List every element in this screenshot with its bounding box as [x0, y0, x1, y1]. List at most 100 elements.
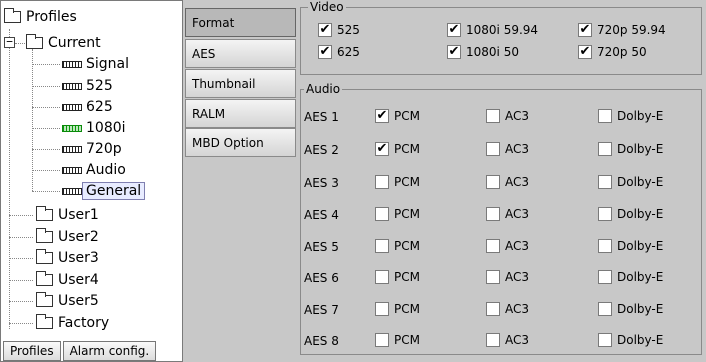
checkbox-aes2-pcm[interactable]: ✔ PCM	[375, 142, 420, 156]
checkbox-box[interactable]: ✔	[375, 142, 389, 156]
tree-node-user2[interactable]: User2	[36, 227, 99, 247]
tree-node-720p[interactable]: 720p	[62, 139, 122, 159]
checkbox-aes3-pcm[interactable]: PCM	[375, 175, 420, 189]
tree-label: Signal	[86, 56, 130, 72]
checkbox-aes8-ac3[interactable]: AC3	[486, 333, 529, 347]
checkbox-aes2-dolby-e[interactable]: Dolby-E	[598, 142, 663, 156]
checkbox-aes4-ac3[interactable]: AC3	[486, 207, 529, 221]
checkbox-box[interactable]: ✔	[447, 45, 461, 59]
checkbox-box[interactable]: ✔	[578, 23, 592, 37]
checkbox-box[interactable]	[375, 207, 389, 221]
tab-ralm[interactable]: RALM	[185, 99, 296, 128]
checkbox-video-1080i-50[interactable]: ✔ 1080i 50	[447, 45, 519, 59]
tree-node-525[interactable]: 525	[62, 76, 113, 96]
checkbox-video-1080i-5994[interactable]: ✔ 1080i 59.94	[447, 23, 538, 37]
aes-row-label: AES 5	[304, 240, 339, 254]
tab-format[interactable]: Format	[185, 8, 296, 37]
checkbox-aes8-pcm[interactable]: PCM	[375, 333, 420, 347]
checkbox-box[interactable]	[375, 175, 389, 189]
checkbox-aes1-ac3[interactable]: AC3	[486, 109, 529, 123]
tree-connector	[32, 149, 60, 150]
collapse-icon[interactable]: −	[4, 36, 15, 48]
checkbox-box[interactable]: ✔	[375, 109, 389, 123]
checkbox-box[interactable]	[375, 270, 389, 284]
checkbox-aes1-dolby-e[interactable]: Dolby-E	[598, 109, 663, 123]
checkbox-box[interactable]: ✔	[578, 45, 592, 59]
checkbox-box[interactable]: ✔	[447, 23, 461, 37]
checkbox-box[interactable]	[375, 302, 389, 316]
tab-mbd-option[interactable]: MBD Option	[185, 128, 296, 157]
checkbox-aes5-dolby-e[interactable]: Dolby-E	[598, 239, 663, 253]
checkbox-label: PCM	[394, 302, 420, 316]
checkbox-box[interactable]	[375, 239, 389, 253]
alarm-config-button[interactable]: Alarm config.	[62, 341, 157, 361]
checkbox-box[interactable]	[375, 333, 389, 347]
tree-node-audio[interactable]: Audio	[62, 160, 126, 180]
tree-node-general[interactable]: General	[62, 181, 146, 201]
tree-connector	[32, 64, 60, 65]
checkbox-aes6-dolby-e[interactable]: Dolby-E	[598, 270, 663, 284]
checkbox-aes7-dolby-e[interactable]: Dolby-E	[598, 302, 663, 316]
checkbox-box[interactable]	[598, 239, 612, 253]
checkbox-box[interactable]	[486, 333, 500, 347]
tree-node-user5[interactable]: User5	[36, 291, 99, 311]
checkbox-box[interactable]	[598, 270, 612, 284]
checkbox-box[interactable]	[486, 302, 500, 316]
checkbox-video-525[interactable]: ✔ 525	[318, 23, 360, 37]
checkbox-aes8-dolby-e[interactable]: Dolby-E	[598, 333, 663, 347]
tree-node-1080i[interactable]: 1080i	[62, 118, 126, 138]
checkbox-box[interactable]	[486, 175, 500, 189]
checkbox-aes5-pcm[interactable]: PCM	[375, 239, 420, 253]
profiles-button[interactable]: Profiles	[3, 341, 61, 361]
checkbox-video-720p-50[interactable]: ✔ 720p 50	[578, 45, 647, 59]
checkbox-aes3-ac3[interactable]: AC3	[486, 175, 529, 189]
checkbox-aes6-ac3[interactable]: AC3	[486, 270, 529, 284]
checkbox-video-625[interactable]: ✔ 625	[318, 45, 360, 59]
tree-label: Profiles	[26, 9, 77, 25]
checkbox-label: AC3	[505, 207, 530, 221]
checkbox-box[interactable]	[486, 207, 500, 221]
checkbox-box[interactable]: ✔	[318, 23, 332, 37]
checkbox-box[interactable]	[598, 109, 612, 123]
aes-row-label: AES 2	[304, 143, 339, 157]
tree-node-profiles[interactable]: Profiles	[4, 7, 77, 27]
checkbox-aes6-pcm[interactable]: PCM	[375, 270, 420, 284]
tree-node-current[interactable]: Current	[26, 33, 101, 53]
checkbox-label: 625	[337, 45, 360, 59]
tree-connector	[9, 323, 33, 324]
checkbox-aes4-pcm[interactable]: PCM	[375, 207, 420, 221]
checkbox-aes2-ac3[interactable]: AC3	[486, 142, 529, 156]
tree-node-signal[interactable]: Signal	[62, 54, 129, 74]
checkbox-aes7-ac3[interactable]: AC3	[486, 302, 529, 316]
checkbox-box[interactable]: ✔	[318, 45, 332, 59]
tree-node-user4[interactable]: User4	[36, 270, 99, 290]
checkbox-aes4-dolby-e[interactable]: Dolby-E	[598, 207, 663, 221]
tab-thumbnail[interactable]: Thumbnail	[185, 69, 296, 98]
checkbox-box[interactable]	[486, 239, 500, 253]
checkbox-box[interactable]	[486, 142, 500, 156]
checkbox-aes7-pcm[interactable]: PCM	[375, 302, 420, 316]
checkbox-box[interactable]	[598, 333, 612, 347]
checkbox-box[interactable]	[486, 270, 500, 284]
tree-node-user1[interactable]: User1	[36, 205, 99, 225]
checkbox-box[interactable]	[598, 302, 612, 316]
tree-node-factory[interactable]: Factory	[36, 313, 109, 333]
checkbox-aes1-pcm[interactable]: ✔ PCM	[375, 109, 420, 123]
checkbox-box[interactable]	[598, 175, 612, 189]
tab-aes[interactable]: AES	[185, 39, 296, 68]
tree-label: 720p	[86, 141, 122, 157]
checkbox-aes5-ac3[interactable]: AC3	[486, 239, 529, 253]
checkbox-aes3-dolby-e[interactable]: Dolby-E	[598, 175, 663, 189]
checkbox-box[interactable]	[598, 142, 612, 156]
checkbox-label: Dolby-E	[617, 207, 664, 221]
checkbox-video-720p-5994[interactable]: ✔ 720p 59.94	[578, 23, 666, 37]
tree-connector	[32, 191, 60, 192]
checkbox-label: PCM	[394, 207, 420, 221]
checkbox-box[interactable]	[598, 207, 612, 221]
checkbox-box[interactable]	[486, 109, 500, 123]
tree-node-user3[interactable]: User3	[36, 248, 99, 268]
checkbox-label: PCM	[394, 142, 420, 156]
tree-node-625[interactable]: 625	[62, 97, 113, 117]
tree-label: Audio	[86, 162, 126, 178]
tree-connector	[9, 215, 33, 216]
